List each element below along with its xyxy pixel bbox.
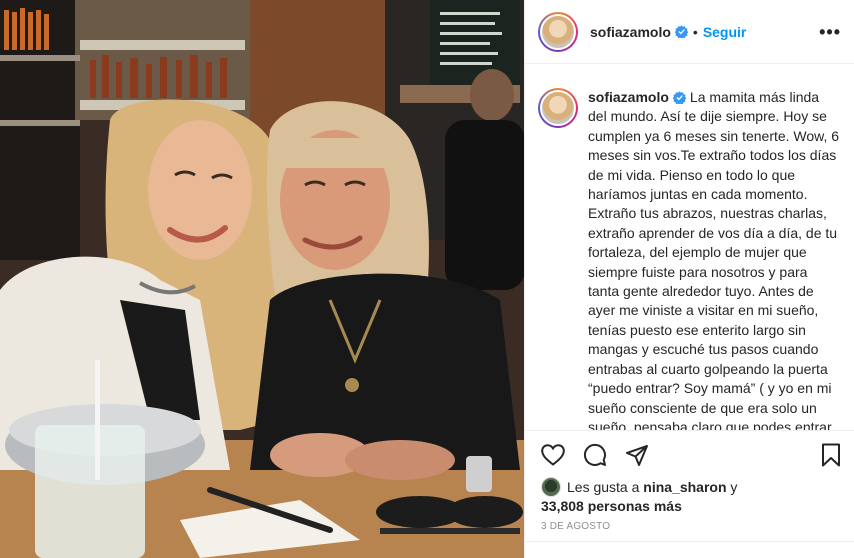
follow-button[interactable]: Seguir bbox=[703, 24, 747, 40]
avatar-image bbox=[540, 13, 576, 50]
header-avatar[interactable] bbox=[538, 11, 578, 52]
comment-box-divider bbox=[525, 541, 854, 542]
caption-avatar[interactable] bbox=[538, 88, 578, 128]
share-icon bbox=[626, 445, 648, 466]
liker-username[interactable]: nina_sharon bbox=[643, 479, 726, 495]
comment-button[interactable] bbox=[581, 441, 609, 469]
header-meta: sofiazamolo • Seguir bbox=[590, 24, 746, 40]
like-button[interactable] bbox=[539, 441, 567, 469]
post-photo[interactable] bbox=[0, 0, 524, 558]
heart-icon bbox=[541, 444, 565, 466]
post-side-panel: sofiazamolo • Seguir ••• sofiazamolo La … bbox=[524, 0, 854, 558]
comment-icon bbox=[584, 443, 606, 466]
action-icons bbox=[539, 441, 651, 469]
share-button[interactable] bbox=[623, 441, 651, 469]
caption-username[interactable]: sofiazamolo bbox=[588, 89, 669, 105]
bookmark-icon bbox=[822, 443, 840, 467]
post-date[interactable]: 3 DE AGOSTO bbox=[541, 521, 610, 532]
header-separator: • bbox=[692, 23, 698, 40]
caption-text-block: sofiazamolo La mamita más linda del mund… bbox=[588, 88, 841, 430]
verified-badge-icon bbox=[672, 91, 686, 104]
header-username[interactable]: sofiazamolo bbox=[590, 24, 671, 40]
likes-prefix: Les gusta a bbox=[567, 479, 640, 495]
likes-count[interactable]: 33,808 personas más bbox=[541, 498, 682, 514]
caption-text: La mamita más linda del mundo. Así te di… bbox=[588, 89, 840, 430]
liker-avatar[interactable] bbox=[541, 477, 561, 497]
caption-area: sofiazamolo La mamita más linda del mund… bbox=[525, 64, 854, 430]
post-photo-image bbox=[0, 0, 524, 558]
likes-summary: Les gusta a nina_sharon y 33,808 persona… bbox=[541, 477, 841, 515]
post-header: sofiazamolo • Seguir ••• bbox=[525, 0, 854, 64]
action-bar: Les gusta a nina_sharon y 33,808 persona… bbox=[525, 430, 854, 550]
likes-connector: y bbox=[730, 479, 738, 495]
avatar-image bbox=[540, 90, 576, 126]
verified-badge-icon bbox=[674, 25, 688, 38]
more-options-button[interactable]: ••• bbox=[819, 22, 841, 43]
save-button[interactable] bbox=[817, 441, 845, 469]
instagram-post-modal: sofiazamolo • Seguir ••• sofiazamolo La … bbox=[0, 0, 854, 558]
